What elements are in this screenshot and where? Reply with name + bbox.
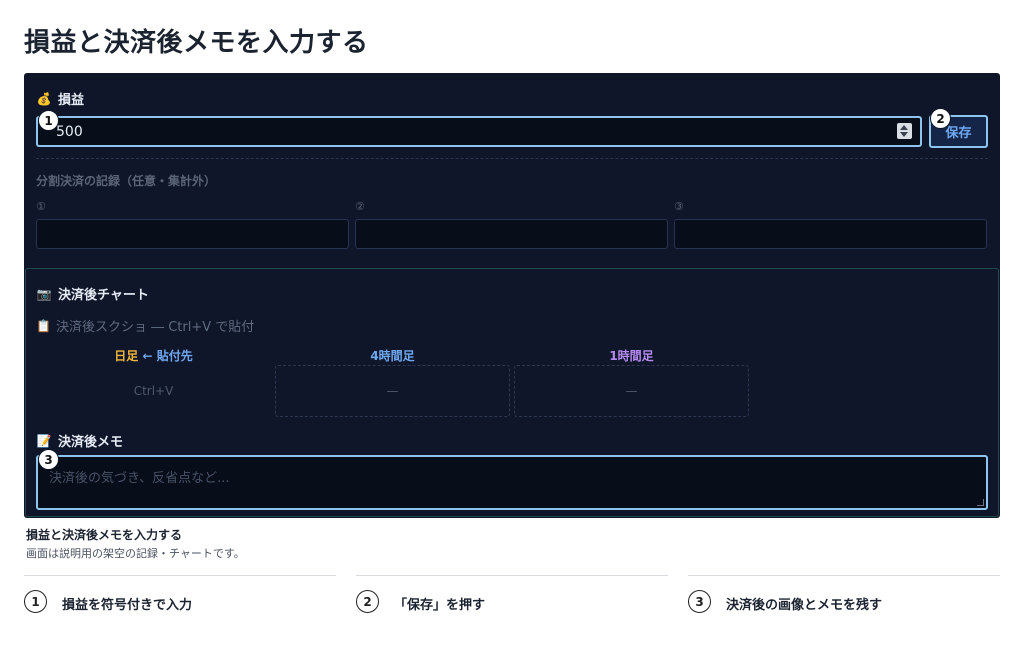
- memo-textarea[interactable]: 決済後の気づき、反省点など...: [36, 455, 988, 510]
- timeframe-label-4h: 4時間足: [370, 349, 415, 363]
- clip-label-text: 決済後スクショ ― Ctrl+V で貼付: [55, 320, 255, 335]
- paste-slot-1h[interactable]: —: [514, 365, 749, 417]
- memo-section-label: 📝 決済後メモ: [36, 431, 124, 451]
- memo-placeholder: 決済後の気づき、反省点など...: [49, 471, 230, 486]
- step-text: 損益を符号付きで入力: [62, 598, 193, 613]
- page-title: 損益と決済後メモを入力する: [24, 28, 369, 58]
- paste-slot-daily[interactable]: Ctrl+V: [36, 365, 271, 417]
- callout-badge-1: 1: [38, 110, 59, 131]
- step-number: 1: [24, 590, 47, 613]
- step-number: 3: [688, 590, 711, 613]
- caption-title: 損益と決済後メモを入力する: [26, 528, 183, 542]
- pnl-label: 損益: [58, 93, 85, 108]
- pnl-input[interactable]: 500: [36, 116, 922, 147]
- memo-icon: 📝: [36, 433, 52, 448]
- step-text: 決済後の画像とメモを残す: [726, 598, 883, 613]
- split-slot-number-2: ②: [355, 200, 365, 213]
- timeframe-label-1h: 1時間足: [609, 349, 654, 363]
- screenshot-paste-label: 📋 決済後スクショ ― Ctrl+V で貼付: [36, 316, 255, 336]
- split-input-3[interactable]: [674, 219, 987, 249]
- split-slot-number-1: ①: [36, 200, 46, 213]
- callout-badge-2: 2: [930, 108, 951, 129]
- clipboard-icon: 📋: [36, 318, 51, 333]
- caption-subtitle: 画面は説明用の架空の記録・チャートです。: [26, 547, 245, 560]
- chart-section-label: 📷 決済後チャート: [36, 284, 149, 304]
- step-number: 2: [356, 590, 379, 613]
- split-input-1[interactable]: [36, 219, 349, 249]
- camera-icon: 📷: [36, 286, 52, 301]
- divider: [36, 158, 988, 159]
- step-2: 2 「保存」を押す: [356, 575, 668, 615]
- paste-slot-4h[interactable]: —: [275, 365, 510, 417]
- pnl-value: 500: [56, 124, 83, 140]
- timeframe-daily-text: 日足: [114, 349, 139, 363]
- pnl-section-label: 💰 損益: [36, 89, 85, 109]
- memo-label: 決済後メモ: [58, 435, 124, 450]
- paste-target-indicator: ← 貼付先: [142, 349, 193, 363]
- resize-handle-icon[interactable]: [977, 499, 984, 506]
- step-3: 3 決済後の画像とメモを残す: [688, 575, 1000, 615]
- split-settlement-title: 分割決済の記録（任意・集計外）: [36, 174, 217, 188]
- number-spinner-icon[interactable]: [897, 123, 912, 139]
- split-slot-number-3: ③: [674, 200, 684, 213]
- step-text: 「保存」を押す: [394, 598, 486, 613]
- money-bag-icon: 💰: [36, 91, 52, 106]
- timeframe-label-daily: 日足 ← 貼付先: [36, 347, 271, 364]
- trade-entry-panel: 💰 損益 1 500 2 保存 分割決済の記録（任意・集計外） ① ② ③ 📷 …: [24, 73, 1000, 518]
- callout-badge-3: 3: [38, 449, 59, 470]
- chart-label: 決済後チャート: [58, 288, 149, 303]
- step-1: 1 損益を符号付きで入力: [24, 575, 336, 615]
- split-input-2[interactable]: [355, 219, 668, 249]
